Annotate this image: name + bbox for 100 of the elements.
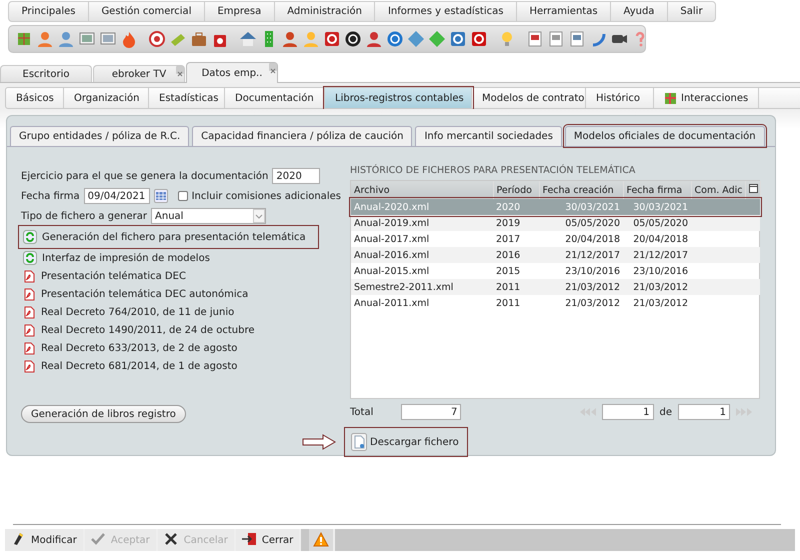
- type-dropdown[interactable]: Anual: [151, 208, 266, 224]
- briefcase-icon[interactable]: [190, 30, 208, 48]
- close-icon[interactable]: [176, 66, 184, 74]
- column-menu-icon[interactable]: [748, 184, 758, 193]
- column-header[interactable]: Com. Adic: [691, 181, 745, 199]
- date-field[interactable]: 09/04/2021: [84, 188, 150, 204]
- table-row[interactable]: Anual-2015.xml 2015 23/10/2016 23/10/2016: [351, 263, 760, 279]
- person-icon[interactable]: [36, 30, 54, 48]
- table-row[interactable]: Anual-2017.xml 2017 20/04/2018 20/04/2018: [351, 231, 760, 247]
- document-icon[interactable]: [568, 30, 586, 48]
- close-icon[interactable]: [269, 63, 277, 71]
- table-cell: 2017: [493, 231, 539, 247]
- target-icon[interactable]: [148, 30, 166, 48]
- table-row[interactable]: Anual-2019.xml 2019 05/05/2020 05/05/2020: [351, 215, 760, 231]
- tile-icon[interactable]: [449, 30, 467, 48]
- table-cell: Anual-2015.xml: [351, 263, 493, 279]
- column-header[interactable]: Fecha creación: [539, 181, 623, 199]
- person-icon[interactable]: [281, 30, 299, 48]
- menu-item[interactable]: Ayuda: [611, 2, 668, 21]
- refresh-icon: [23, 251, 37, 265]
- pdf-icon: [23, 324, 36, 336]
- table-cell: 2016: [493, 247, 539, 263]
- table-cell: 30/03/2021: [539, 199, 623, 215]
- document-tab[interactable]: Datos emp..: [186, 62, 278, 83]
- field-label: Fecha firma: [21, 190, 80, 202]
- menu-item[interactable]: Herramientas: [516, 2, 612, 21]
- page-field[interactable]: 1: [602, 404, 654, 420]
- diamond-icon[interactable]: [407, 30, 425, 48]
- document-tab[interactable]: ebroker TV: [93, 65, 185, 82]
- table-cell: Anual-2019.xml: [351, 215, 493, 231]
- table-row[interactable]: Semestre2-2011.xml 2011 21/03/2012 21/03/2012: [351, 279, 760, 295]
- action-link[interactable]: Real Decreto 1490/2011, de 24 de octubre: [21, 321, 257, 339]
- footer-button[interactable]: Cerrar: [236, 529, 302, 551]
- section-tab[interactable]: Histórico: [586, 88, 654, 108]
- action-link[interactable]: Real Decreto 681/2014, de 1 de agosto: [21, 357, 240, 375]
- menu-item[interactable]: Salir: [668, 2, 716, 21]
- dropdown-icon[interactable]: [253, 209, 266, 223]
- table-cell: 21/12/2017: [623, 247, 691, 263]
- action-link[interactable]: Real Decreto 764/2010, de 11 de junio: [21, 303, 236, 321]
- action-link[interactable]: Presentación telématica DEC: [21, 267, 188, 285]
- warning-button[interactable]: [309, 529, 336, 551]
- table-cell: 2011: [493, 279, 539, 295]
- person-icon[interactable]: [57, 30, 75, 48]
- fire-icon[interactable]: [120, 30, 138, 48]
- table-cell: 23/10/2016: [539, 263, 623, 279]
- table-cell: Semestre2-2011.xml: [351, 279, 493, 295]
- menu-item[interactable]: Principales: [9, 2, 89, 21]
- action-link[interactable]: Generación del fichero para presentación telemática: [21, 228, 316, 246]
- menu-item[interactable]: Empresa: [204, 2, 275, 21]
- pdf-icon: [23, 360, 36, 372]
- column-header[interactable]: Archivo: [351, 181, 493, 199]
- action-link[interactable]: Presentación telemática DEC autonómica: [21, 285, 250, 303]
- table-cell: 21/03/2012: [623, 295, 691, 311]
- checkbox[interactable]: [178, 191, 188, 201]
- file-icon: [351, 433, 367, 451]
- tile-icon[interactable]: [323, 30, 341, 48]
- section-tab[interactable]: Libros-registros contables: [325, 88, 472, 108]
- section-tab[interactable]: Interacciones: [654, 88, 760, 108]
- refresh-icon: [23, 230, 37, 244]
- section-tab[interactable]: Estadísticas: [149, 88, 225, 108]
- model-tab[interactable]: Grupo entidades / póliza de R.C.: [10, 126, 190, 146]
- person-icon[interactable]: [365, 30, 383, 48]
- model-tab[interactable]: Info mercantil sociedades: [415, 126, 562, 146]
- cube-icon[interactable]: [15, 30, 33, 48]
- pdf-icon: [23, 288, 36, 300]
- tile-icon[interactable]: [470, 30, 488, 48]
- year-field[interactable]: 2020: [272, 168, 320, 184]
- action-link[interactable]: Real Decreto 633/2013, de 2 de agosto: [21, 339, 240, 357]
- model-tab[interactable]: Capacidad financiera / póliza de caución: [192, 126, 412, 146]
- column-header[interactable]: Fecha firma: [623, 181, 691, 199]
- checkbox-label: Incluir comisiones adicionales: [192, 190, 341, 202]
- page-count-field[interactable]: 1: [678, 404, 730, 420]
- table-row[interactable]: Anual-2016.xml 2016 21/12/2017 21/12/2017: [351, 247, 760, 263]
- document-icon[interactable]: [526, 30, 544, 48]
- table-row[interactable]: Anual-2011.xml 2011 21/03/2012 21/03/2012: [351, 295, 760, 311]
- table-cell: Anual-2011.xml: [351, 295, 493, 311]
- total-field[interactable]: 7: [401, 404, 462, 420]
- table-cell: 23/10/2016: [623, 263, 691, 279]
- pdf-icon: [23, 270, 36, 282]
- table-cell: 05/05/2020: [539, 215, 623, 231]
- document-tab[interactable]: Escritorio: [0, 65, 92, 82]
- calendar-icon[interactable]: [154, 189, 168, 203]
- model-tab[interactable]: Modelos oficiales de documentación: [564, 126, 765, 146]
- section-tab[interactable]: Básicos: [6, 88, 64, 108]
- diamond-icon[interactable]: [428, 30, 446, 48]
- column-header[interactable]: Período: [493, 181, 539, 199]
- download-button[interactable]: Descargar fichero: [344, 427, 468, 457]
- section-tab[interactable]: Organización: [64, 88, 149, 108]
- document-icon[interactable]: [547, 30, 565, 48]
- table-cell: 30/03/2021: [623, 199, 691, 215]
- menu-item[interactable]: Informes y estadísticas: [375, 2, 517, 21]
- house-icon[interactable]: [239, 30, 257, 48]
- action-link[interactable]: Interfaz de impresión de modelos: [21, 249, 212, 267]
- menu-item[interactable]: Administración: [274, 2, 376, 21]
- footer-button[interactable]: Modificar: [5, 529, 85, 551]
- menu-item[interactable]: Gestión comercial: [88, 2, 205, 21]
- books-button[interactable]: Generación de libros registro: [21, 405, 186, 423]
- table-cell: Anual-2020.xml: [351, 199, 493, 215]
- coin-icon[interactable]: [344, 30, 362, 48]
- section-tab[interactable]: Modelos de contrato: [472, 88, 586, 108]
